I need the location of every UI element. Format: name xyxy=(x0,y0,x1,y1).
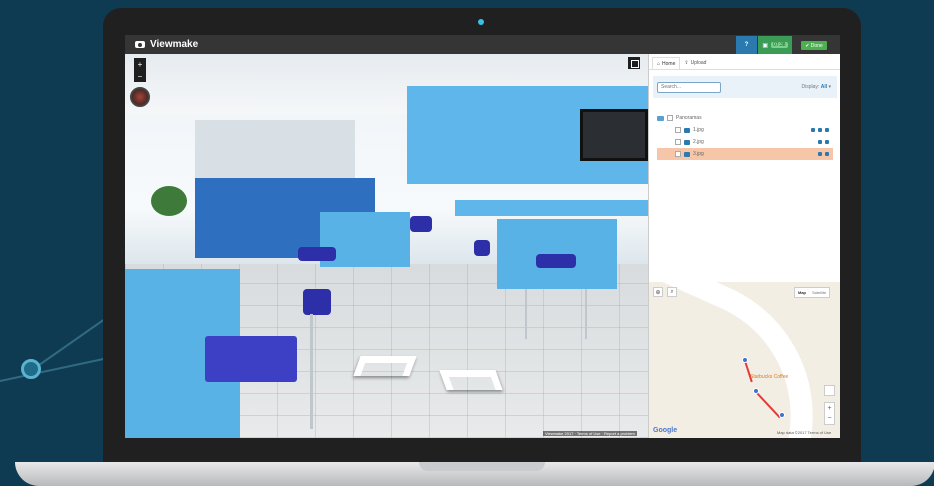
map-marker[interactable] xyxy=(742,357,748,363)
tree-item-checkbox[interactable] xyxy=(675,127,681,133)
tree-item[interactable]: 1.jpg xyxy=(657,124,833,136)
app-header: Viewmake ? ▣ 07:38 ✔ Done xyxy=(125,35,840,54)
search-icon[interactable]: ⌕ xyxy=(667,287,677,297)
save-icon: ▣ xyxy=(762,42,769,49)
app-logo[interactable]: Viewmake xyxy=(135,39,198,50)
row-actions xyxy=(818,140,829,144)
background-node xyxy=(21,359,41,379)
panorama-tv xyxy=(580,109,648,161)
zoom-in-button[interactable]: + xyxy=(138,60,143,69)
navigation-arrow-left[interactable] xyxy=(353,356,417,376)
app-title: Viewmake xyxy=(150,39,199,50)
panorama-chair xyxy=(474,240,490,256)
navigation-arrow-right[interactable] xyxy=(439,370,503,390)
settings-icon[interactable] xyxy=(825,152,829,156)
tree-root[interactable]: Panoramas xyxy=(657,112,833,124)
panorama-chair-leg xyxy=(585,289,587,339)
panorama-chair-leg xyxy=(310,314,313,429)
panorama-chair-leg xyxy=(525,289,527,339)
tree-item-label: 1.jpg xyxy=(693,127,704,133)
panorama-chair-seat xyxy=(205,336,297,382)
tree-root-checkbox[interactable] xyxy=(667,115,673,121)
tree-item-label: 3.jpg xyxy=(693,151,704,157)
background-line xyxy=(0,357,108,382)
panorama-chair xyxy=(303,289,331,315)
edit-icon[interactable] xyxy=(818,152,822,156)
row-actions xyxy=(818,152,829,156)
google-logo: Google xyxy=(653,427,678,434)
panorama-chair xyxy=(298,247,336,261)
panorama-viewer[interactable]: + − Viewmake 2017 · Terms of Use · Repor… xyxy=(125,54,648,438)
panorama-thumbnail[interactable] xyxy=(130,87,150,107)
tree-item-checkbox[interactable] xyxy=(675,151,681,157)
upload-icon: ⇪ xyxy=(684,60,689,66)
edit-icon[interactable] xyxy=(811,128,815,132)
done-button[interactable]: ✔ Done xyxy=(801,41,827,50)
panorama-chair xyxy=(410,216,432,232)
map-marker[interactable] xyxy=(779,412,785,418)
map-type-map[interactable]: Map xyxy=(795,288,809,297)
folder-icon xyxy=(657,115,664,121)
save-button[interactable]: ▣ 07:38 xyxy=(758,36,792,54)
save-badge: 07:38 xyxy=(771,42,788,48)
link-icon[interactable] xyxy=(818,128,822,132)
map-marker[interactable] xyxy=(753,388,759,394)
image-icon xyxy=(684,139,690,145)
map-zoom-out-button[interactable]: − xyxy=(827,415,831,422)
laptop-notch xyxy=(419,462,545,471)
settings-icon[interactable] xyxy=(825,128,829,132)
viewer-credit: Viewmake 2017 · Terms of Use · Report a … xyxy=(543,431,637,436)
tree-item-checkbox[interactable] xyxy=(675,139,681,145)
map-type-toggle: Map Satellite xyxy=(794,287,831,298)
tab-upload[interactable]: ⇪ Upload xyxy=(680,57,710,69)
panorama-plant xyxy=(151,186,187,216)
locate-icon[interactable]: ⊕ xyxy=(653,287,663,297)
side-panel: ⌂ Home ⇪ Upload Display: All ▾ Panoramas xyxy=(648,54,840,438)
search-bar: Display: All ▾ xyxy=(653,76,837,98)
tab-upload-label: Upload xyxy=(690,60,707,66)
tree-root-label: Panoramas xyxy=(676,115,702,121)
display-filter[interactable]: Display: All ▾ xyxy=(802,84,831,90)
fullscreen-icon[interactable] xyxy=(628,57,640,69)
row-actions xyxy=(811,128,829,132)
tab-home-label: Home xyxy=(662,60,676,67)
map-type-satellite[interactable]: Satellite xyxy=(809,288,829,297)
image-icon xyxy=(684,151,690,157)
flag-icon[interactable] xyxy=(824,385,835,396)
viewer-zoom-control: + − xyxy=(134,58,146,82)
laptop-screen: Viewmake ? ▣ 07:38 ✔ Done + − Viewmake 2… xyxy=(125,35,840,438)
tree-item[interactable]: 2.jpg xyxy=(657,136,833,148)
tab-home[interactable]: ⌂ Home xyxy=(652,57,681,69)
panorama-bar-shelf xyxy=(195,120,355,180)
map-zoom-in-button[interactable]: + xyxy=(827,405,831,412)
display-filter-label: Display: xyxy=(801,84,820,90)
panorama-tree: Panoramas 1.jpg 2.jpg 3.jpg xyxy=(657,112,833,160)
camera-icon xyxy=(135,41,145,48)
map-footer: Map data ©2017 Terms of Use xyxy=(777,430,832,435)
settings-icon[interactable] xyxy=(825,140,829,144)
help-button[interactable]: ? xyxy=(736,36,757,54)
tree-item-label: 2.jpg xyxy=(693,139,704,145)
zoom-out-button[interactable]: − xyxy=(138,72,143,81)
panorama-chair xyxy=(536,254,576,268)
home-icon: ⌂ xyxy=(657,60,661,67)
image-icon xyxy=(684,127,690,133)
map-poi-label: Starbucks Coffee xyxy=(750,374,789,380)
tree-item-selected[interactable]: 3.jpg xyxy=(657,148,833,160)
webcam xyxy=(478,19,484,25)
display-filter-value: All xyxy=(820,84,828,90)
location-map[interactable]: ⊕ ⌕ Map Satellite Starbucks Coffee + − G… xyxy=(649,282,840,438)
map-tools: ⊕ ⌕ xyxy=(653,287,677,297)
search-input[interactable] xyxy=(657,81,721,93)
edit-icon[interactable] xyxy=(818,140,822,144)
map-zoom-control: + − xyxy=(824,402,835,425)
panel-tabs: ⌂ Home ⇪ Upload xyxy=(649,54,840,70)
chevron-down-icon: ▾ xyxy=(828,84,831,90)
panorama-wall-stripe xyxy=(455,200,648,216)
